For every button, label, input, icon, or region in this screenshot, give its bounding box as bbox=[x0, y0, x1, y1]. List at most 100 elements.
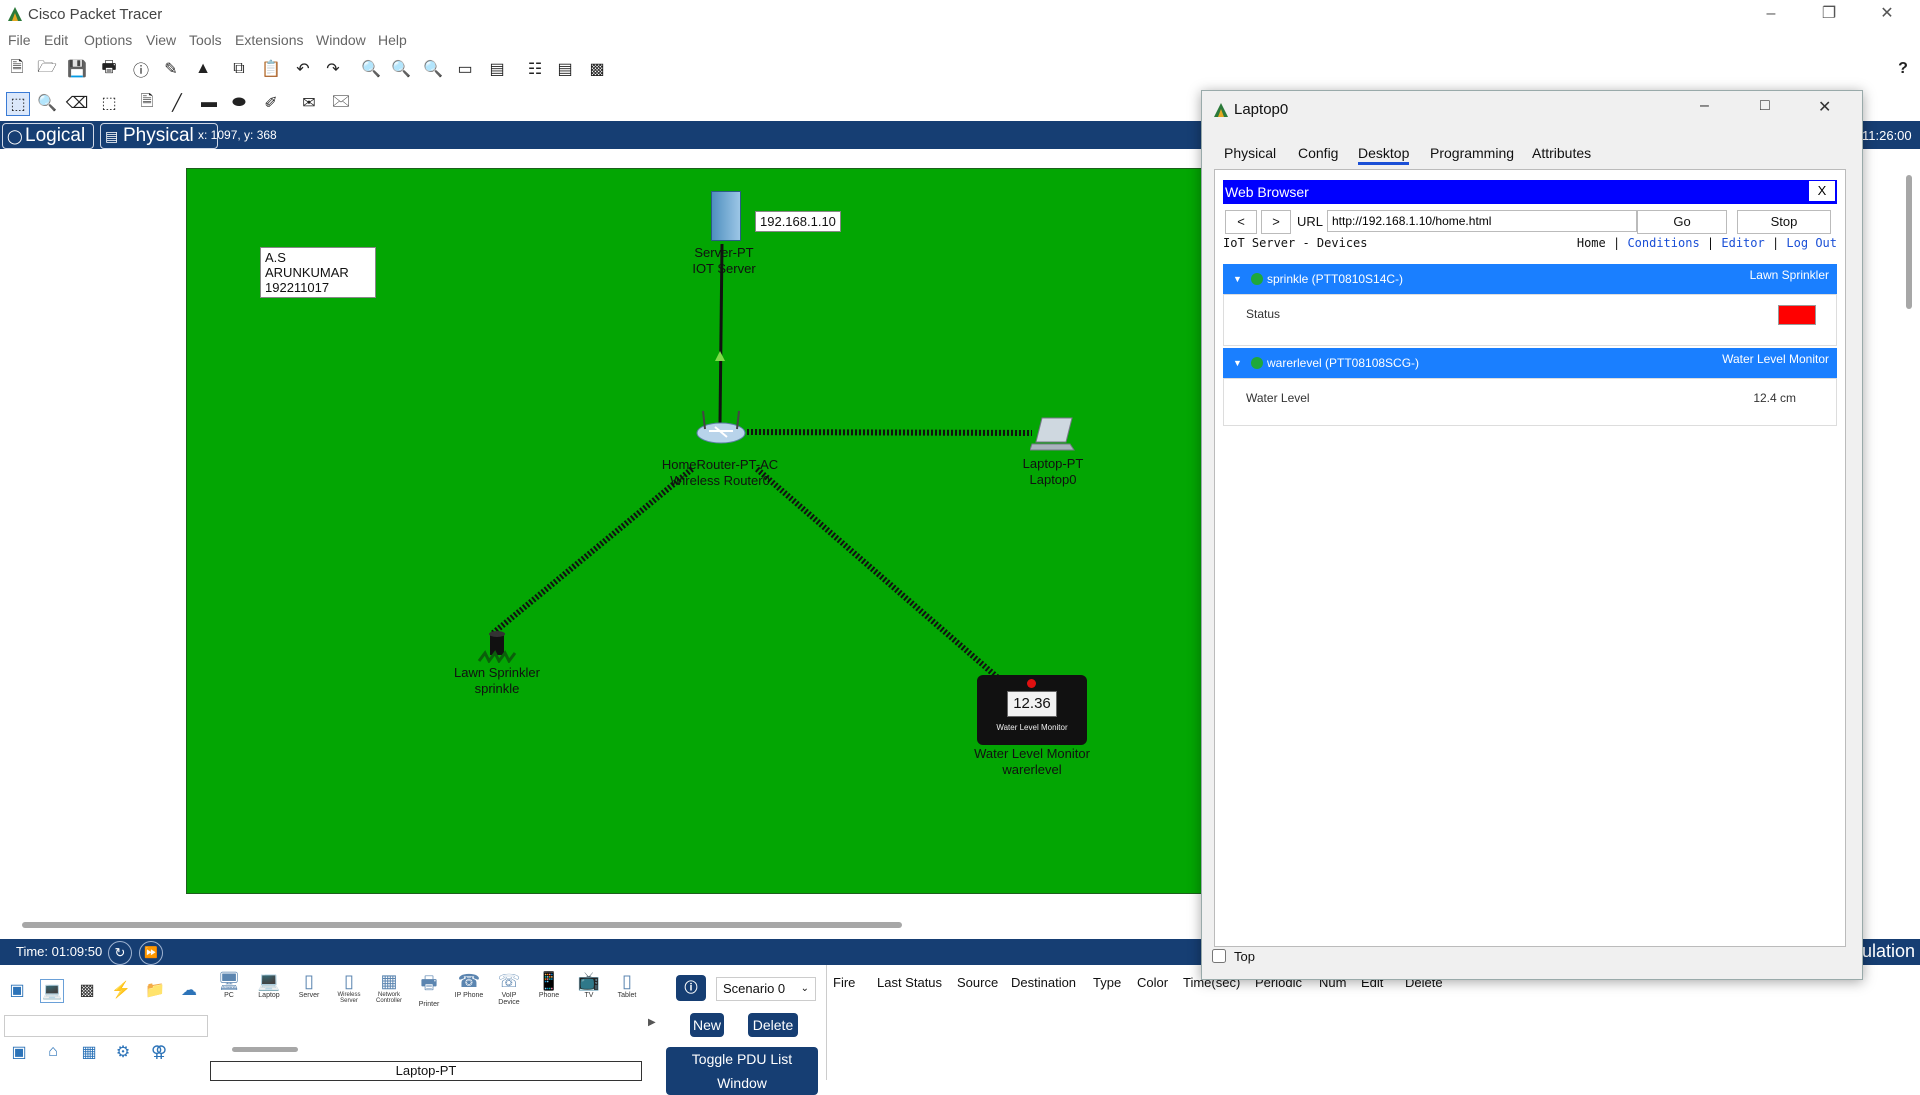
info-icon[interactable]: ⓘ bbox=[130, 58, 152, 80]
device-type-server[interactable]: ▯ Server bbox=[292, 971, 326, 1007]
delete-icon[interactable]: ⌫ bbox=[66, 92, 89, 114]
network-wizard-icon[interactable]: ✎ bbox=[160, 58, 182, 80]
toggle-pdu-list-button[interactable]: Toggle PDU List Window bbox=[666, 1047, 818, 1095]
activity-wizard-icon[interactable]: ▲ bbox=[192, 58, 214, 80]
device-row-warerlevel[interactable]: ▼ warerlevel (PTT08108SCG-) Water Level … bbox=[1223, 348, 1837, 378]
device-type-network-controller[interactable]: ▦ Network Controller bbox=[372, 971, 406, 1007]
canvas-note[interactable]: A.S ARUNKUMAR 192211017 bbox=[260, 247, 376, 298]
logical-tab[interactable]: ◯ Logical bbox=[2, 123, 94, 149]
tab-desktop[interactable]: Desktop bbox=[1358, 145, 1410, 165]
browser-back-button[interactable]: < bbox=[1225, 210, 1257, 234]
url-input[interactable] bbox=[1327, 210, 1637, 232]
drawing-palette-icon[interactable]: ▭ bbox=[454, 58, 476, 80]
lawn-sprinkler-icon[interactable] bbox=[477, 629, 517, 663]
multiuser-icon[interactable]: ☁ bbox=[178, 979, 200, 1001]
device-type-voip[interactable]: ☏ VoIP Device bbox=[492, 971, 526, 1007]
new-scenario-button[interactable]: New bbox=[690, 1013, 724, 1037]
new-file-icon[interactable]: 🗎 bbox=[6, 58, 28, 80]
undo-icon[interactable]: ↶ bbox=[292, 58, 314, 80]
redo-icon[interactable]: ↷ bbox=[322, 58, 344, 80]
network-devices-icon[interactable]: ▣ bbox=[6, 979, 28, 1001]
menu-options[interactable]: Options bbox=[84, 32, 132, 48]
save-icon[interactable]: 💾 bbox=[66, 58, 88, 80]
menu-edit[interactable]: Edit bbox=[44, 32, 68, 48]
nav-home[interactable]: Home bbox=[1577, 236, 1606, 250]
add-complex-pdu-icon[interactable]: 🖂 bbox=[330, 92, 352, 114]
menu-view[interactable]: View bbox=[146, 32, 176, 48]
open-folder-icon[interactable]: 🗁 bbox=[36, 58, 58, 80]
close-icon[interactable]: ✕ bbox=[1858, 0, 1916, 30]
device-type-wireless-server[interactable]: ▯ Wireless Server bbox=[332, 971, 366, 1007]
home-icon[interactable]: ⌂ bbox=[42, 1041, 64, 1063]
image-icon[interactable]: ▩ bbox=[586, 58, 608, 80]
components-icon[interactable]: ▩ bbox=[76, 979, 98, 1001]
logical-canvas[interactable]: A.S ARUNKUMAR 192211017 192.168.1.10 Ser… bbox=[186, 168, 1203, 894]
industrial-icon[interactable]: ⚙ bbox=[112, 1041, 134, 1063]
print-icon[interactable]: 🖶 bbox=[98, 58, 120, 80]
horizontal-scrollbar[interactable] bbox=[22, 922, 902, 928]
zoom-in-icon[interactable]: 🔍 bbox=[360, 58, 382, 80]
connections-icon[interactable]: ⚡ bbox=[110, 979, 132, 1001]
top-checkbox[interactable] bbox=[1212, 949, 1226, 963]
minimize-icon[interactable]: – bbox=[1742, 0, 1800, 30]
device-type-pc[interactable]: 🖥 PC bbox=[212, 971, 246, 1007]
fast-forward-icon[interactable]: ⏩ bbox=[139, 941, 163, 965]
smart-city-icon[interactable]: ▦ bbox=[78, 1041, 100, 1063]
nav-conditions[interactable]: Conditions bbox=[1627, 236, 1699, 250]
draw-line-icon[interactable]: ╱ bbox=[166, 92, 188, 114]
window-maximize-icon[interactable]: □ bbox=[1760, 97, 1770, 115]
draw-rectangle-icon[interactable]: ▬ bbox=[198, 92, 220, 114]
menu-tools[interactable]: Tools bbox=[189, 32, 222, 48]
device-type-laptop[interactable]: 💻 Laptop bbox=[252, 971, 286, 1007]
browser-forward-button[interactable]: > bbox=[1261, 210, 1291, 234]
expand-caret-icon[interactable]: ▼ bbox=[1233, 348, 1242, 378]
delete-scenario-button[interactable]: Delete bbox=[748, 1013, 798, 1037]
restore-icon[interactable]: ❐ bbox=[1800, 0, 1858, 30]
copy-icon[interactable]: ⧉ bbox=[228, 58, 250, 80]
server-list-icon[interactable]: ▤ bbox=[554, 58, 576, 80]
nav-editor[interactable]: Editor bbox=[1721, 236, 1764, 250]
server-icon[interactable] bbox=[711, 191, 741, 241]
tab-attributes[interactable]: Attributes bbox=[1532, 145, 1591, 161]
device-type-printer[interactable]: 🖶 Printer bbox=[412, 971, 446, 1008]
expand-caret-icon[interactable]: ▼ bbox=[1233, 264, 1242, 294]
paste-icon[interactable]: 📋 bbox=[260, 58, 282, 80]
window-minimize-icon[interactable]: – bbox=[1700, 97, 1709, 115]
zoom-reset-icon[interactable]: 🔍 bbox=[390, 58, 412, 80]
device-type-tablet[interactable]: ▯ Tablet bbox=[612, 971, 642, 1007]
nav-log-out[interactable]: Log Out bbox=[1786, 236, 1837, 250]
misc-icon[interactable]: 📁 bbox=[144, 979, 166, 1001]
custom-devices-icon[interactable]: ▤ bbox=[486, 58, 508, 80]
panel-expand-icon[interactable]: ▶ bbox=[648, 1017, 656, 1028]
menu-extensions[interactable]: Extensions bbox=[235, 32, 303, 48]
window-close-icon[interactable]: ✕ bbox=[1818, 97, 1831, 117]
stop-button[interactable]: Stop bbox=[1737, 210, 1831, 234]
laptop-icon[interactable] bbox=[1030, 416, 1076, 452]
menu-help[interactable]: Help bbox=[378, 32, 407, 48]
power-grid-icon[interactable]: ⚢ bbox=[148, 1041, 170, 1063]
device-list-scrollbar[interactable] bbox=[232, 1047, 298, 1052]
device-type-ip-phone[interactable]: ☎ IP Phone bbox=[452, 971, 486, 1007]
draw-ellipse-icon[interactable]: ⬬ bbox=[228, 92, 250, 114]
wireless-router-icon[interactable] bbox=[695, 409, 747, 445]
browser-close-button[interactable]: X bbox=[1809, 181, 1835, 201]
resize-shape-icon[interactable]: ⬚ bbox=[98, 92, 120, 114]
tab-programming[interactable]: Programming bbox=[1430, 145, 1514, 161]
menu-file[interactable]: File bbox=[8, 32, 31, 48]
help-icon[interactable]: ? bbox=[1892, 58, 1914, 80]
place-note-icon[interactable]: 🗎 bbox=[136, 92, 158, 114]
scenario-info-icon[interactable]: ⓘ bbox=[676, 975, 706, 1001]
water-level-monitor-icon[interactable]: 12.36 Water Level Monitor bbox=[977, 675, 1087, 745]
zoom-out-icon[interactable]: 🔍 bbox=[422, 58, 444, 80]
device-type-phone[interactable]: 📱 Phone bbox=[532, 971, 566, 1007]
viewport-icon[interactable]: ☷ bbox=[524, 58, 546, 80]
status-toggle[interactable] bbox=[1778, 305, 1816, 325]
device-type-tv[interactable]: 📺 TV bbox=[572, 971, 606, 1007]
vertical-scrollbar[interactable] bbox=[1906, 175, 1912, 309]
tab-physical[interactable]: Physical bbox=[1224, 145, 1276, 161]
add-simple-pdu-icon[interactable]: ✉ bbox=[298, 92, 320, 114]
menu-window[interactable]: Window bbox=[316, 32, 366, 48]
scenario-select[interactable]: Scenario 0 ⌄ bbox=[716, 977, 816, 1001]
simulation-tab[interactable]: ulation bbox=[1862, 941, 1915, 962]
end-devices-icon[interactable]: 💻 bbox=[40, 979, 64, 1003]
